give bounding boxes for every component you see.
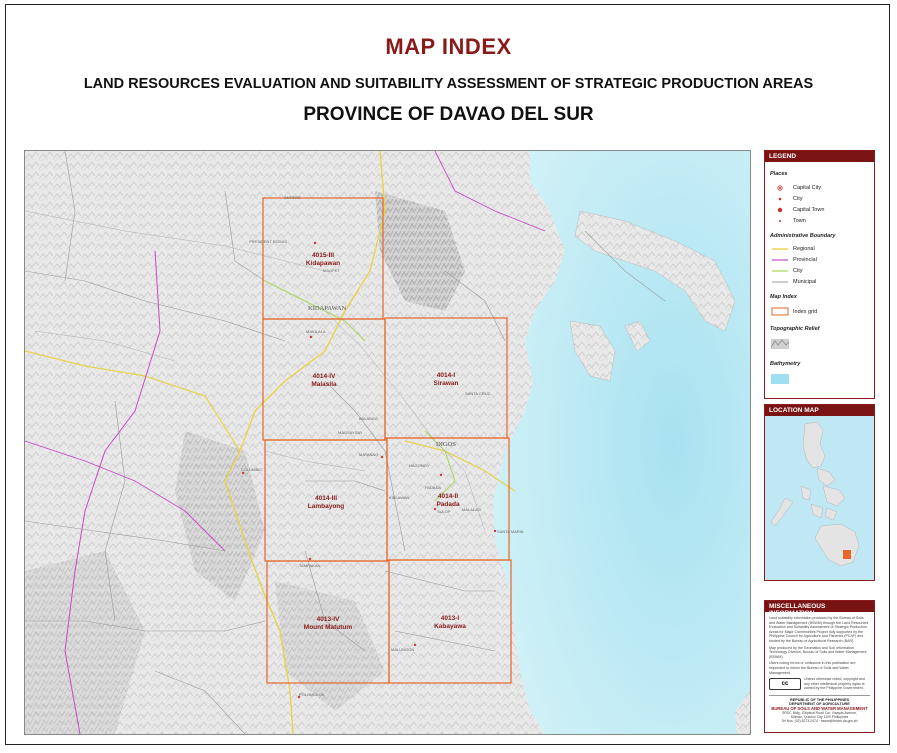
map-title: MAP INDEX [385,34,512,59]
tile-name: Sirawan [434,380,459,387]
legend-place-capital-city: Capital City [771,185,821,191]
tile-code: 4015-III [312,252,334,259]
legend-admin-regional: Regional [771,246,815,252]
place-label: SANTA MARIA [497,529,524,534]
city-symbol-icon [771,196,789,202]
place-label: ANTIPAS [284,195,301,200]
legend-admin-municipal: Municipal [771,279,816,285]
misc-paragraph: Users noting errors or omissions in this… [769,661,856,675]
legend-place-capital-town: Capital Town [771,207,824,213]
place-label: POLOMOLOK [299,692,325,697]
province-title: PROVINCE OF DAVAO DEL SUR [303,104,594,125]
map-canvas: 4015-III Kidapawan 4014-IV Malasila 4014… [25,151,750,734]
legend-header: LEGEND [765,151,874,162]
legend-admin-city: City [771,268,802,274]
tile-name: Padada [436,501,460,508]
misc-paragraph: Map produced by the Geomatics and Soil I… [769,645,867,659]
place-label: PADADA [425,485,441,490]
license-row: cc Unless otherwise noted, copyright and… [765,675,874,693]
place-label: MAGSAYSAY [338,430,363,435]
location-map-header: LOCATION MAP [765,405,874,416]
legend-place-city: City [771,196,802,202]
place-label: MAGPET [323,268,340,273]
tile-code: 4014-II [438,493,458,500]
place-label: MALUNGON [391,647,414,652]
tile-code: 4014-III [315,495,337,502]
location-map-canvas [765,416,874,580]
place-label: SULOP [437,509,451,514]
place-label: SANTA CRUZ [465,391,491,396]
location-map-panel: LOCATION MAP [764,404,875,581]
place-label: KIBLAWAN [389,495,409,500]
place-label: MAKILALA [306,329,326,334]
city-line-icon [771,268,789,274]
town-symbol-icon [771,218,789,224]
misc-paragraph: Land suitability information produced by… [769,616,869,643]
tile-name: Kidapawan [306,260,340,267]
capital-town-symbol-icon [771,207,789,213]
tile-name: Mount Matutum [304,624,353,631]
tile-code: 4014-I [437,372,456,379]
place-label: COLUMBIO [241,467,262,472]
regional-line-icon [771,246,789,252]
tile-name: Malasila [311,381,337,388]
municipal-line-icon [771,279,789,285]
davao-del-sur-highlight [843,550,851,559]
place-label: MATANAO [359,452,378,457]
creative-commons-badge-icon: cc [769,678,801,691]
legend-bathy-swatch [771,374,793,384]
place-label: TAMPAKAN [299,563,321,568]
legend-places-title: Places [770,171,788,177]
relief-swatch-icon [770,339,790,349]
place-label: HAGONOY [409,463,430,468]
misc-header: MISCELLANEOUS INFORMATION [765,601,874,617]
city-label: DIGOS [436,441,456,448]
tile-code: 4013-I [441,615,460,622]
legend-panel: LEGEND Places Capital City City Capital … [764,150,875,399]
legend-bathy-title: Bathymetry [770,361,801,367]
tile-code: 4014-IV [313,373,336,380]
index-grid-box-icon [771,307,789,316]
main-map[interactable]: 4015-III Kidapawan 4014-IV Malasila 4014… [24,150,751,735]
legend-admin-title: Administrative Boundary [770,233,836,239]
place-label: BALABAG [359,416,378,421]
tile-name: Kabayawa [434,623,466,630]
place-label: PRESIDENT ROXAS [249,239,287,244]
place-label: MALALAG [462,507,481,512]
capital-city-symbol-icon [771,185,789,191]
legend-place-town: Town [771,218,806,224]
provincial-line-icon [771,257,789,263]
legend-relief-title: Topographic Relief [770,326,820,332]
legend-relief-swatch [770,339,793,349]
tile-code: 4013-IV [317,616,340,623]
legend-index-grid: Index grid [771,307,817,316]
legend-admin-provincial: Provincial [771,257,817,263]
license-text: Unless otherwise noted, copyright and an… [804,677,865,691]
city-label: KIDAPAWAN [308,305,347,312]
bathymetry-swatch-icon [771,374,789,384]
tile-name: Lambayong [308,503,345,510]
misc-info-panel: MISCELLANEOUS INFORMATION Land suitabili… [764,600,875,733]
contact-line: Tel Nos: (02) 8273-2474 · bswm@bswm.da.g… [781,718,858,723]
legend-mapindex-title: Map Index [770,294,797,300]
map-subtitle: LAND RESOURCES EVALUATION AND SUITABILIT… [83,76,814,92]
